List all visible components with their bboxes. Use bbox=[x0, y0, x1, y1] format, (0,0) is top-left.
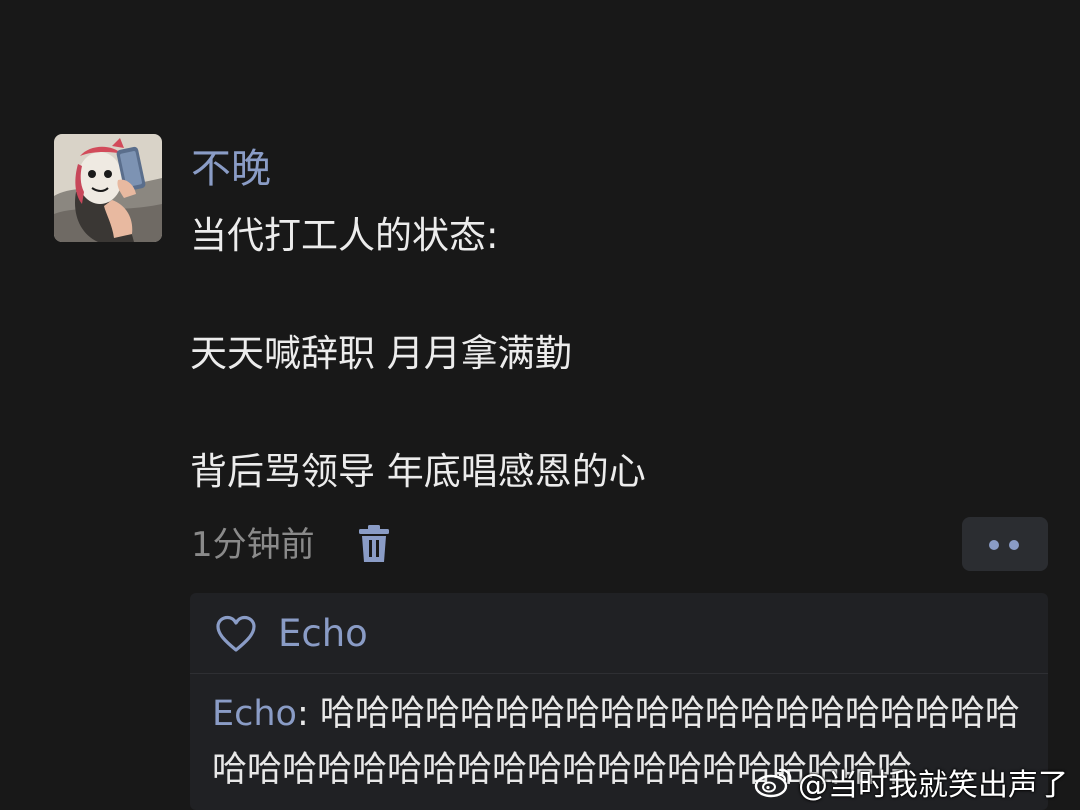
post-line-blank bbox=[190, 264, 1050, 326]
more-button[interactable] bbox=[962, 517, 1048, 571]
moments-post: 不晚 当代打工人的状态: 天天喊辞职 月月拿满勤 背后骂领导 年底唱感恩的心 1… bbox=[0, 0, 1080, 810]
trash-icon[interactable] bbox=[356, 524, 392, 564]
username[interactable]: 不晚 bbox=[191, 143, 271, 195]
avatar[interactable] bbox=[54, 134, 162, 242]
comment-separator: : bbox=[296, 694, 320, 734]
post-line-blank bbox=[190, 382, 1050, 444]
heart-outline-icon[interactable] bbox=[215, 615, 257, 653]
liker-name[interactable]: Echo bbox=[278, 609, 368, 659]
post-line: 背后骂领导 年底唱感恩的心 bbox=[190, 450, 646, 493]
weibo-logo-icon bbox=[754, 768, 792, 798]
more-dots-icon bbox=[1009, 540, 1019, 550]
post-text: 当代打工人的状态: 天天喊辞职 月月拿满勤 背后骂领导 年底唱感恩的心 bbox=[190, 208, 1050, 500]
more-dots-icon bbox=[989, 540, 999, 550]
post-line: 天天喊辞职 月月拿满勤 bbox=[190, 332, 572, 375]
post-timestamp: 1分钟前 bbox=[191, 525, 315, 565]
watermark-text: @当时我就笑出声了 bbox=[798, 768, 1068, 803]
likes-row: Echo bbox=[190, 593, 1048, 674]
comment-author[interactable]: Echo bbox=[212, 694, 297, 734]
post-line: 当代打工人的状态: bbox=[190, 214, 499, 257]
watermark: @当时我就笑出声了 bbox=[754, 759, 1068, 805]
